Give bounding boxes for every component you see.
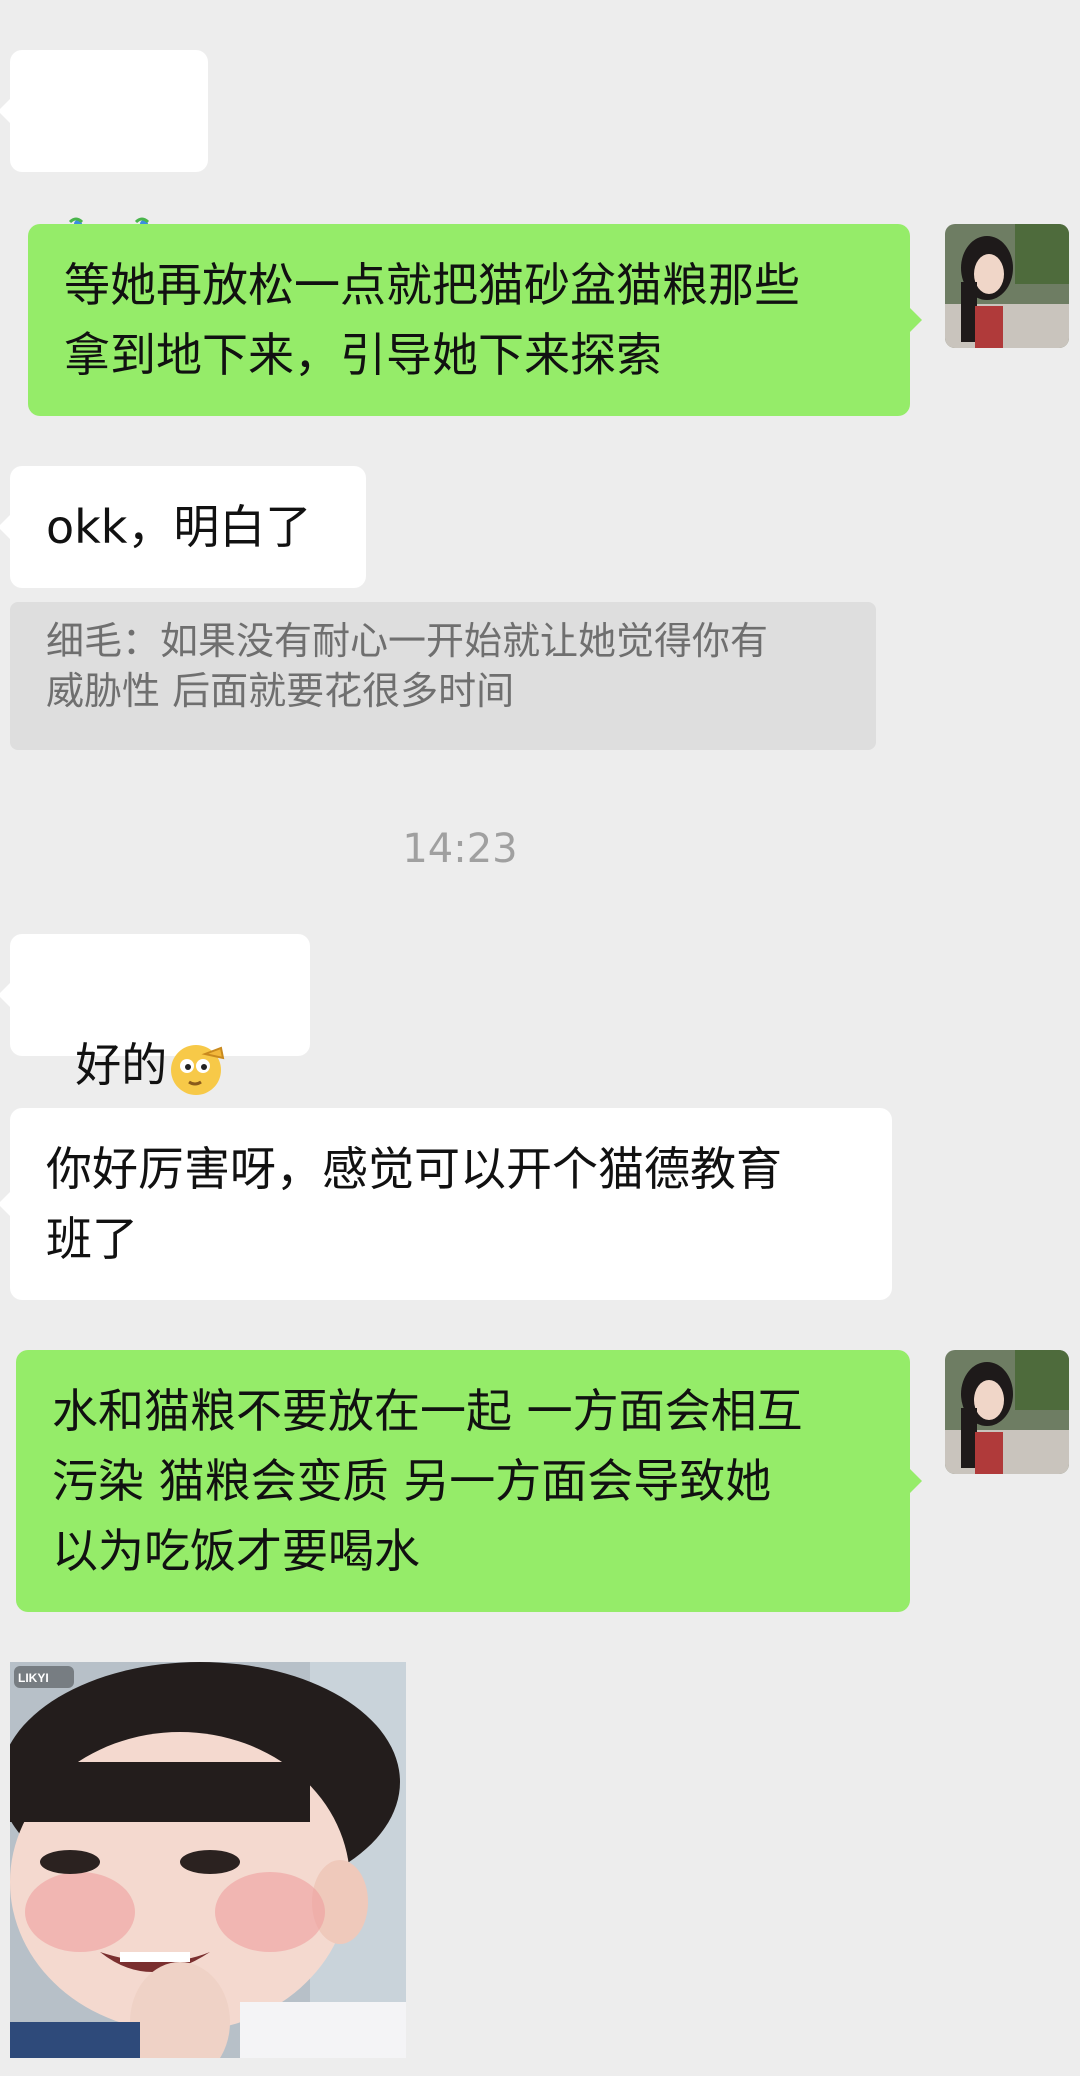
quoted-reply[interactable]: 细毛：如果没有耐心一开始就让她觉得你有 威胁性 后面就要花很多时间 xyxy=(10,602,876,750)
sticker-text: LIKYI xyxy=(18,1671,49,1685)
message-bubble-incoming[interactable]: okk，明白了 xyxy=(0,466,366,588)
timestamp: 14:23 xyxy=(402,826,518,872)
sticker-image[interactable]: LIKYI xyxy=(10,1662,406,2058)
my-avatar[interactable] xyxy=(945,224,1069,348)
saluting-face-icon xyxy=(171,1044,225,1095)
message-bubble-incoming[interactable]: 你好厉害呀，感觉可以开个猫德教育 班了 xyxy=(0,1108,892,1300)
my-avatar[interactable] xyxy=(945,1350,1069,1474)
message-bubble-party[interactable] xyxy=(0,50,208,274)
message-bubble-outgoing[interactable]: 水和猫粮不要放在一起 一方面会相互 污染 猫粮会变质 另一方面会导致她 以为吃饭… xyxy=(16,1350,922,1612)
message-text: 好的 xyxy=(75,1038,168,1092)
message-bubble-incoming[interactable]: 好的 xyxy=(0,934,310,1165)
message-bubble-outgoing[interactable]: 等她再放松一点就把猫砂盆猫粮那些 拿到地下来，引导她下来探索 xyxy=(28,224,922,416)
